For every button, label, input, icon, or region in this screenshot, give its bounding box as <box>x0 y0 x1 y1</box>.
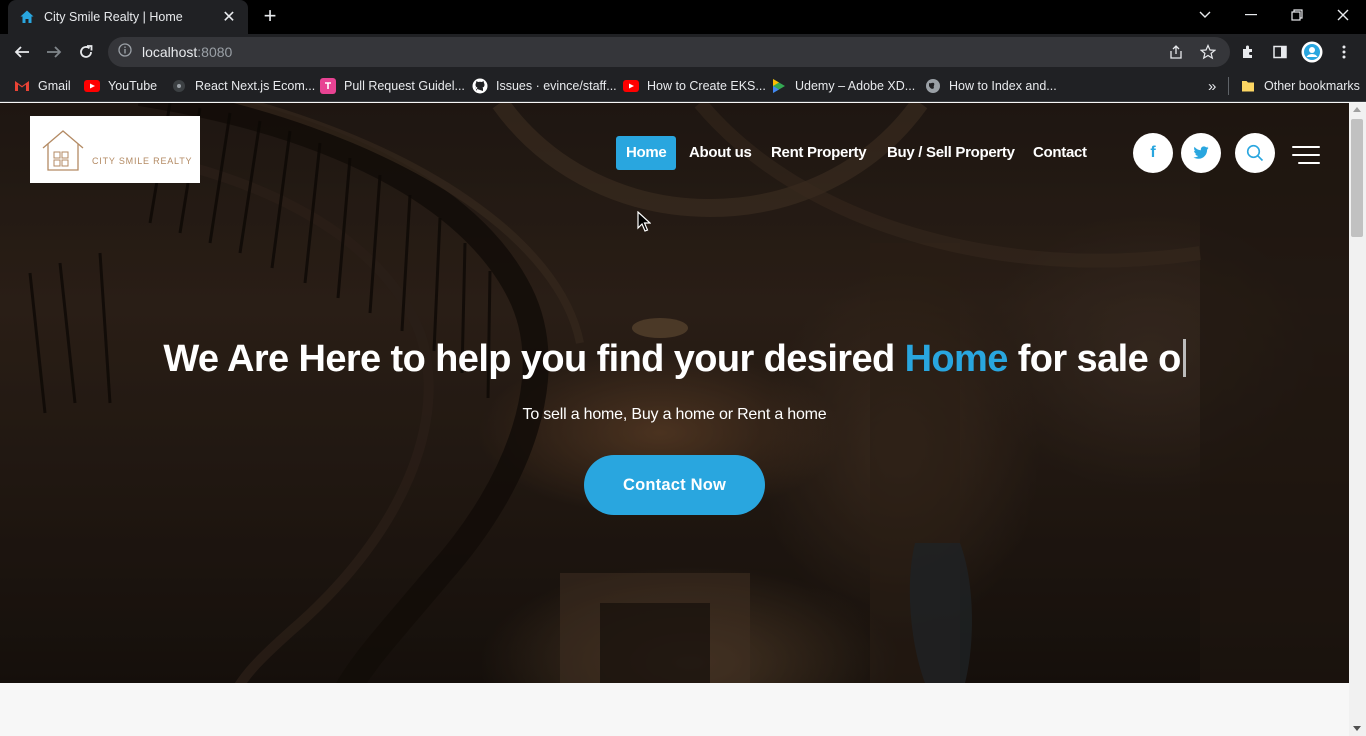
next-section <box>0 683 1349 736</box>
side-panel-icon[interactable] <box>1268 40 1292 64</box>
twitter-icon <box>1193 146 1209 159</box>
bookmark-label: YouTube <box>108 79 158 93</box>
bookmarks-divider <box>1228 77 1229 95</box>
nav-buy-sell-property[interactable]: Buy / Sell Property <box>877 136 1025 170</box>
extensions-icon[interactable] <box>1236 40 1260 64</box>
folder-icon <box>1240 78 1256 94</box>
nav-about-us[interactable]: About us <box>679 136 762 170</box>
mouse-cursor-icon <box>637 211 651 232</box>
globe-icon <box>925 78 941 94</box>
hero-overlay <box>0 103 1349 683</box>
twitter-button[interactable] <box>1181 133 1221 173</box>
address-bar[interactable]: localhost:8080 <box>108 37 1230 67</box>
bookmark-gmail[interactable]: Gmail <box>14 76 71 96</box>
react-icon <box>171 78 187 94</box>
headline-text-pre: We Are Here to help you find your desire… <box>163 338 905 380</box>
search-button[interactable] <box>1235 133 1275 173</box>
bookmark-index[interactable]: How to Index and... <box>925 76 1057 96</box>
bookmark-pull-request[interactable]: Pull Request Guidel... <box>320 76 465 96</box>
bookmark-label: Issues · evince/staff... <box>496 79 617 93</box>
facebook-icon: f <box>1150 144 1156 161</box>
headline-text-post: for sale o <box>1007 338 1182 380</box>
udemy-icon <box>771 78 787 94</box>
url-host: localhost <box>142 44 198 60</box>
scroll-up-arrow-icon[interactable] <box>1353 107 1361 112</box>
page-scrollbar[interactable] <box>1349 103 1366 736</box>
youtube-icon <box>84 78 100 94</box>
other-bookmarks[interactable]: Other bookmarks <box>1240 76 1360 96</box>
gmail-icon <box>14 78 30 94</box>
facebook-button[interactable]: f <box>1133 133 1173 173</box>
nav-contact[interactable]: Contact <box>1023 136 1097 170</box>
share-icon[interactable] <box>1165 41 1187 63</box>
bookmarks-bar: Gmail YouTube React Next.js Ecom... Pull… <box>0 70 1366 102</box>
window-close-icon[interactable] <box>1320 0 1366 30</box>
hero-section: CITY SMILE REALTY Home About us Rent Pro… <box>0 103 1349 683</box>
browser-toolbar: localhost:8080 <box>0 34 1366 70</box>
scrollbar-thumb[interactable] <box>1351 119 1363 237</box>
profile-avatar[interactable] <box>1300 40 1324 64</box>
browser-menu-icon[interactable] <box>1332 40 1356 64</box>
tab-search-icon[interactable] <box>1182 0 1228 30</box>
bookmark-eks[interactable]: How to Create EKS... <box>623 76 766 96</box>
restore-icon[interactable] <box>1274 0 1320 30</box>
browser-tab[interactable]: City Smile Realty | Home ✕ <box>8 0 248 34</box>
logo-text: CITY SMILE REALTY <box>92 155 193 166</box>
scroll-down-arrow-icon[interactable] <box>1353 726 1361 731</box>
menu-hamburger-icon[interactable] <box>1292 146 1320 164</box>
bookmark-label: How to Create EKS... <box>647 79 766 93</box>
github-icon <box>472 78 488 94</box>
bookmark-label: Gmail <box>38 79 71 93</box>
hero-subheadline: To sell a home, Buy a home or Rent a hom… <box>522 406 827 423</box>
site-logo[interactable]: CITY SMILE REALTY <box>30 116 200 183</box>
url-port: :8080 <box>197 44 233 60</box>
bookmark-label: React Next.js Ecom... <box>195 79 316 93</box>
house-logo-icon <box>42 129 84 171</box>
youtube-icon <box>623 78 639 94</box>
bookmark-label: Udemy – Adobe XD... <box>795 79 916 93</box>
tab-title: City Smile Realty | Home <box>44 10 183 24</box>
headline-accent-word: Home <box>904 338 1009 380</box>
browser-tab-strip: City Smile Realty | Home ✕ + <box>0 0 1366 34</box>
bookmark-star-icon[interactable] <box>1197 41 1219 63</box>
nav-rent-property[interactable]: Rent Property <box>761 136 876 170</box>
home-favicon-icon <box>18 8 36 26</box>
bookmark-label: Pull Request Guidel... <box>344 79 465 93</box>
search-icon <box>1246 144 1264 162</box>
forward-icon[interactable] <box>42 40 66 64</box>
contact-now-button[interactable]: Contact Now <box>584 455 765 515</box>
new-tab-button[interactable]: + <box>258 5 282 28</box>
other-bookmarks-label: Other bookmarks <box>1264 79 1360 93</box>
bookmark-youtube[interactable]: YouTube <box>84 76 157 96</box>
bookmark-label: How to Index and... <box>949 79 1057 93</box>
hero-headline: We Are Here to help you find your desire… <box>0 338 1349 381</box>
back-icon[interactable] <box>10 40 34 64</box>
minimize-icon[interactable] <box>1228 0 1274 30</box>
pr-guide-icon <box>320 78 336 94</box>
reload-icon[interactable] <box>74 40 98 64</box>
bookmark-udemy[interactable]: Udemy – Adobe XD... <box>771 76 915 96</box>
tab-close-icon[interactable]: ✕ <box>220 7 238 27</box>
typing-caret <box>1182 339 1186 377</box>
site-info-icon[interactable] <box>118 42 132 62</box>
bookmarks-overflow-button[interactable]: » <box>1208 76 1216 96</box>
bookmark-github-issues[interactable]: Issues · evince/staff... <box>472 76 617 96</box>
bookmark-react-nextjs[interactable]: React Next.js Ecom... <box>171 76 315 96</box>
nav-home[interactable]: Home <box>616 136 677 170</box>
